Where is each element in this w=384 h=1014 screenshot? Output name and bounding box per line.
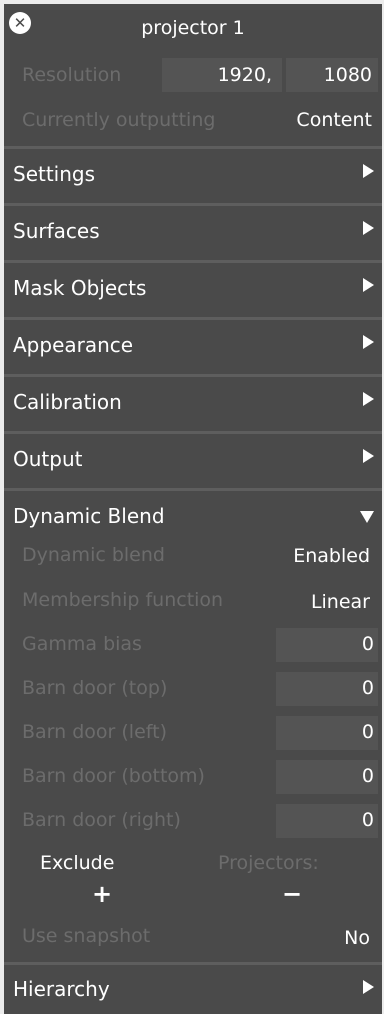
exclude-buttons-row: + − xyxy=(4,880,382,914)
snapshot-label: Use snapshot xyxy=(22,925,151,947)
title-bar: ✕ projector 1 xyxy=(4,4,382,52)
section-hierarchy[interactable]: Hierarchy xyxy=(4,965,382,1014)
resolution-width-value: 1920, xyxy=(217,64,272,86)
membership-select[interactable]: Linear xyxy=(311,591,370,613)
section-settings-label: Settings xyxy=(13,162,96,186)
section-mask-objects-label: Mask Objects xyxy=(13,276,147,300)
exclude-row: Exclude Projectors: xyxy=(4,848,382,880)
section-surfaces-label: Surfaces xyxy=(13,219,100,243)
gamma-value: 0 xyxy=(361,633,374,655)
barn-top-field[interactable]: 0 xyxy=(276,672,378,706)
section-appearance-label: Appearance xyxy=(13,333,134,357)
membership-label: Membership function xyxy=(22,589,224,611)
projectors-label: Projectors: xyxy=(218,852,319,874)
section-output[interactable]: Output xyxy=(4,434,382,488)
triangle-right-icon xyxy=(363,335,374,349)
section-mask-objects[interactable]: Mask Objects xyxy=(4,263,382,317)
section-appearance[interactable]: Appearance xyxy=(4,320,382,374)
close-icon[interactable]: ✕ xyxy=(9,12,31,34)
triangle-right-icon xyxy=(363,449,374,463)
triangle-right-icon xyxy=(363,278,374,292)
barn-left-value: 0 xyxy=(361,721,374,743)
resolution-row: Resolution 1920, 1080 xyxy=(4,58,382,98)
barn-left-row: Barn door (left) 0 xyxy=(4,716,382,756)
barn-right-label: Barn door (right) xyxy=(22,809,181,831)
gamma-label: Gamma bias xyxy=(22,633,142,655)
remove-projector-button[interactable]: − xyxy=(282,880,302,908)
membership-row: Membership function Linear xyxy=(4,584,382,624)
barn-left-label: Barn door (left) xyxy=(22,721,167,743)
barn-bottom-row: Barn door (bottom) 0 xyxy=(4,760,382,800)
section-hierarchy-label: Hierarchy xyxy=(13,977,110,1001)
barn-right-field[interactable]: 0 xyxy=(276,804,378,838)
resolution-label: Resolution xyxy=(22,64,122,86)
section-dynamic-blend[interactable]: Dynamic Blend xyxy=(4,491,382,545)
dynamic-blend-toggle[interactable]: Enabled xyxy=(293,545,370,567)
section-output-label: Output xyxy=(13,447,83,471)
barn-bottom-label: Barn door (bottom) xyxy=(22,765,205,787)
add-projector-button[interactable]: + xyxy=(92,880,112,908)
panel-title: projector 1 xyxy=(141,17,245,39)
resolution-height-field[interactable]: 1080 xyxy=(286,58,378,92)
outputting-row: Currently outputting Content xyxy=(4,102,382,142)
projector-panel: ✕ projector 1 Resolution 1920, 1080 Curr… xyxy=(4,4,382,1014)
section-surfaces[interactable]: Surfaces xyxy=(4,206,382,260)
gamma-field[interactable]: 0 xyxy=(276,628,378,662)
triangle-right-icon xyxy=(363,221,374,235)
section-dynamic-blend-label: Dynamic Blend xyxy=(13,504,165,528)
barn-bottom-field[interactable]: 0 xyxy=(276,760,378,794)
section-calibration-label: Calibration xyxy=(13,390,122,414)
barn-right-value: 0 xyxy=(361,809,374,831)
outputting-value: Content xyxy=(296,109,372,131)
triangle-right-icon xyxy=(363,164,374,178)
barn-top-value: 0 xyxy=(361,677,374,699)
triangle-down-icon xyxy=(360,511,374,523)
exclude-label: Exclude xyxy=(40,852,115,874)
barn-top-row: Barn door (top) 0 xyxy=(4,672,382,712)
barn-bottom-value: 0 xyxy=(361,765,374,787)
section-calibration[interactable]: Calibration xyxy=(4,377,382,431)
triangle-right-icon xyxy=(363,980,374,994)
resolution-width-field[interactable]: 1920, xyxy=(162,58,282,92)
snapshot-toggle[interactable]: No xyxy=(344,927,370,949)
snapshot-row: Use snapshot No xyxy=(4,920,382,960)
barn-left-field[interactable]: 0 xyxy=(276,716,378,750)
resolution-height-value: 1080 xyxy=(323,64,372,86)
barn-top-label: Barn door (top) xyxy=(22,677,168,699)
dynamic-blend-label: Dynamic blend xyxy=(22,544,165,566)
barn-right-row: Barn door (right) 0 xyxy=(4,804,382,844)
outputting-label: Currently outputting xyxy=(22,109,216,131)
section-settings[interactable]: Settings xyxy=(4,149,382,203)
dynamic-blend-row: Dynamic blend Enabled xyxy=(4,539,382,579)
triangle-right-icon xyxy=(363,392,374,406)
gamma-row: Gamma bias 0 xyxy=(4,628,382,668)
